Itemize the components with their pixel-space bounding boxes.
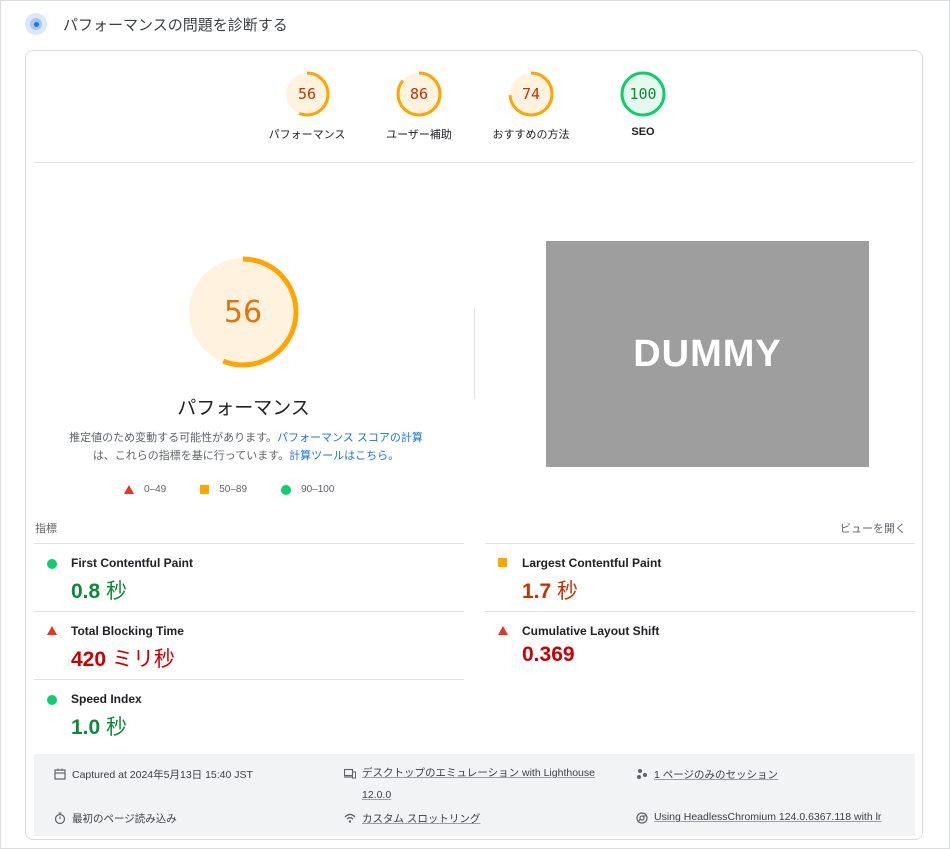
legend-label: 90–100 <box>301 484 335 495</box>
category-label: パフォーマンス <box>268 129 346 141</box>
triangle-icon <box>124 485 134 494</box>
svg-text:56: 56 <box>224 295 262 330</box>
category-seo[interactable]: 100 SEO <box>588 71 698 138</box>
metric-name: Cumulative Layout Shift <box>522 624 660 638</box>
svg-text:56: 56 <box>298 85 316 103</box>
throttling-info[interactable]: カスタム スロットリング <box>344 811 480 826</box>
emulation-text[interactable]: デスクトップのエミュレーション with Lighthouse <box>362 767 595 779</box>
timer-icon <box>54 812 66 824</box>
divider <box>485 543 915 544</box>
calendar-icon <box>54 768 66 780</box>
circle-icon <box>281 484 292 495</box>
svg-text:74: 74 <box>522 85 540 103</box>
metrics-title: 指標 <box>35 523 57 535</box>
report-card: 56 パフォーマンス 86 ユーザー補助 74 おすすめの方法 100 SEO … <box>25 50 923 840</box>
browser-info[interactable]: Using HeadlessChromium 124.0.6367.118 wi… <box>636 811 911 824</box>
performance-gauge: 56 <box>284 71 330 117</box>
browser-text[interactable]: Using HeadlessChromium 124.0.6367.118 wi… <box>654 811 881 823</box>
legend-average: 50–89 <box>200 484 247 495</box>
category-label: おすすめの方法 <box>492 129 570 141</box>
load-text: 最初のページ読み込み <box>72 813 177 825</box>
metric-name: Total Blocking Time <box>71 624 184 638</box>
metric-value: 1.0 秒 <box>71 716 128 739</box>
pass-indicator <box>47 695 57 705</box>
category-gauges: 56 パフォーマンス 86 ユーザー補助 74 おすすめの方法 100 SEO <box>26 71 922 151</box>
vertical-divider <box>474 309 475 399</box>
metric-name: Speed Index <box>71 692 142 706</box>
runtime-settings: Captured at 2024年5月13日 15:40 JST デスクトップの… <box>34 754 915 836</box>
session-text[interactable]: 1 ページのみのセッション <box>654 767 778 782</box>
session-icon <box>637 769 647 779</box>
fail-indicator <box>47 626 57 635</box>
lighthouse-icon <box>25 13 47 35</box>
seo-gauge: 100 <box>620 71 666 117</box>
chrome-icon <box>636 812 648 824</box>
square-icon <box>200 485 210 494</box>
legend-label: 50–89 <box>219 484 248 495</box>
expand-view-toggle[interactable]: ビューを開く <box>840 520 906 536</box>
metric-value: 420 ミリ秒 <box>71 648 175 671</box>
divider <box>34 162 914 163</box>
divider <box>34 611 464 612</box>
section-title: パフォーマンスの問題を診断する <box>63 16 288 34</box>
divider <box>485 611 915 612</box>
calculator-link[interactable]: 計算ツールはこちら。 <box>289 450 399 462</box>
average-indicator <box>498 558 507 567</box>
devices-icon <box>344 768 356 779</box>
performance-score-gauge: 56 <box>187 256 299 368</box>
wifi-icon <box>344 813 356 823</box>
category-best-practices[interactable]: 74 おすすめの方法 <box>476 71 586 142</box>
score-legend: 0–49 50–89 90–100 <box>124 484 368 495</box>
best-practices-gauge: 74 <box>508 71 554 117</box>
metric-value: 0.369 <box>522 643 575 666</box>
captured-at: Captured at 2024年5月13日 15:40 JST <box>54 767 253 782</box>
section-header: パフォーマンスの問題を診断する <box>25 12 288 36</box>
svg-text:86: 86 <box>410 85 428 103</box>
desc-text: は、これらの指標を基に行っています。 <box>92 450 290 462</box>
category-label: ユーザー補助 <box>386 129 452 141</box>
lighthouse-version[interactable]: 12.0.0 <box>362 789 391 801</box>
category-accessibility[interactable]: 86 ユーザー補助 <box>364 71 474 142</box>
fail-indicator <box>498 626 508 635</box>
category-label: SEO <box>631 126 655 138</box>
metric-name: Largest Contentful Paint <box>522 556 662 570</box>
legend-fail: 0–49 <box>124 484 166 495</box>
pass-indicator <box>47 559 57 569</box>
accessibility-gauge: 86 <box>396 71 442 117</box>
desc-text: 推定値のため変動する可能性があります。 <box>69 432 278 444</box>
page-screenshot: DUMMY <box>546 241 869 467</box>
emulation-info[interactable]: デスクトップのエミュレーション with Lighthouse 12.0.0 <box>344 767 595 806</box>
legend-pass: 90–100 <box>281 484 334 495</box>
performance-title: パフォーマンス <box>177 398 310 419</box>
metric-value: 0.8 秒 <box>71 580 128 603</box>
metric-name: First Contentful Paint <box>71 556 193 570</box>
score-calculation-link[interactable]: パフォーマンス スコアの計算 <box>277 432 423 444</box>
session-info[interactable]: 1 ページのみのセッション <box>636 767 778 782</box>
metric-value: 1.7 秒 <box>522 580 579 603</box>
captured-text: Captured at 2024年5月13日 15:40 JST <box>72 769 253 781</box>
throttling-text[interactable]: カスタム スロットリング <box>362 811 480 826</box>
category-performance[interactable]: 56 パフォーマンス <box>252 71 362 142</box>
svg-text:100: 100 <box>629 85 656 103</box>
legend-label: 0–49 <box>144 484 167 495</box>
divider <box>34 679 464 680</box>
divider <box>34 543 464 544</box>
page-load-info: 最初のページ読み込み <box>54 811 177 826</box>
performance-description: 推定値のため変動する可能性があります。パフォーマンス スコアの計算 は、これらの… <box>56 429 436 465</box>
